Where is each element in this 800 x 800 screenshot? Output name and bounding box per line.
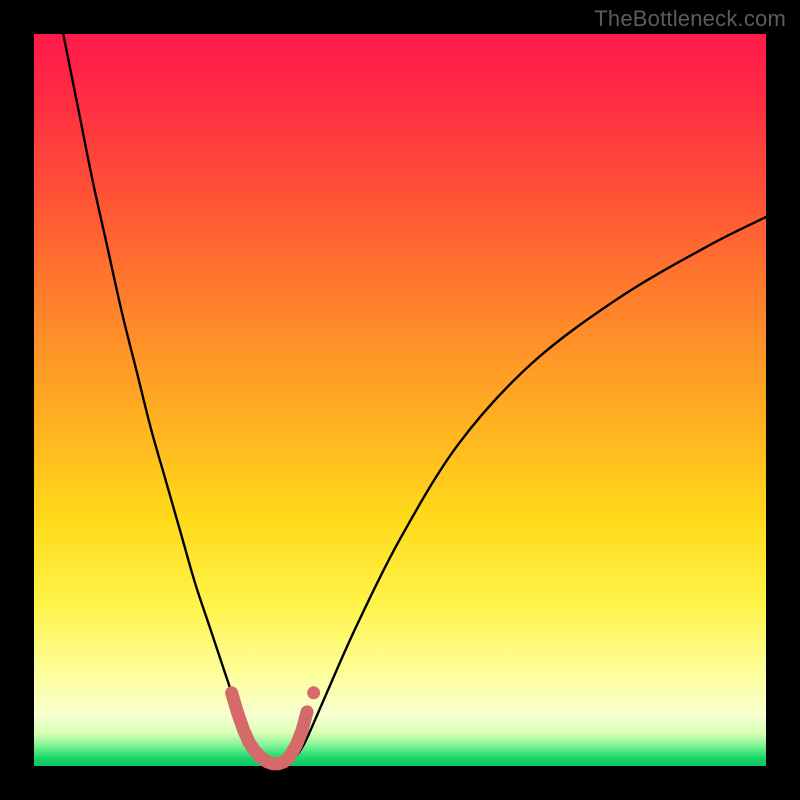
optimal-range-markers (232, 686, 320, 764)
optimal-range-end-dot (307, 686, 320, 699)
plot-area (34, 34, 766, 766)
chart-frame: TheBottleneck.com (0, 0, 800, 800)
optimal-range-line (232, 693, 307, 764)
watermark-text: TheBottleneck.com (594, 6, 786, 32)
chart-svg (34, 34, 766, 766)
bottleneck-curve (63, 34, 766, 765)
